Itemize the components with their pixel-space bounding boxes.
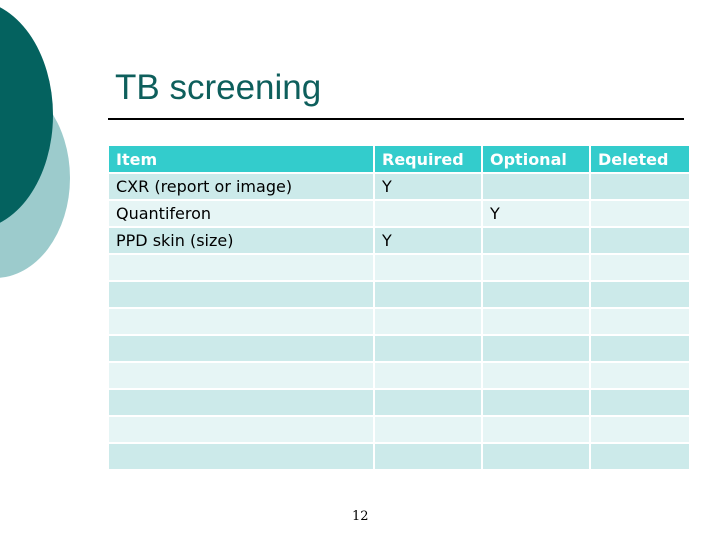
cell-required [373, 442, 483, 471]
cell-deleted [589, 415, 691, 444]
cell-item [107, 334, 375, 363]
cell-optional [481, 415, 591, 444]
cell-optional [481, 307, 591, 336]
cell-item: CXR (report or image) [107, 172, 375, 201]
cell-item [107, 442, 375, 471]
cell-item: Quantiferon [107, 199, 375, 228]
table-row [107, 388, 691, 417]
cell-deleted [589, 172, 691, 201]
header-item: Item [107, 144, 375, 174]
cell-deleted [589, 388, 691, 417]
cell-deleted [589, 226, 691, 255]
cell-required: Y [373, 226, 483, 255]
cell-optional [481, 334, 591, 363]
table-row: CXR (report or image) Y [107, 172, 691, 201]
cell-optional [481, 442, 591, 471]
cell-item [107, 253, 375, 282]
cell-optional [481, 361, 591, 390]
header-required: Required [373, 144, 483, 174]
cell-optional [481, 172, 591, 201]
cell-optional [481, 280, 591, 309]
table-row [107, 253, 691, 282]
cell-item [107, 307, 375, 336]
cell-item [107, 388, 375, 417]
page-number: 12 [352, 509, 369, 524]
cell-required [373, 307, 483, 336]
title-divider [108, 118, 684, 120]
cell-required [373, 361, 483, 390]
cell-required [373, 415, 483, 444]
cell-item [107, 280, 375, 309]
table-header-row: Item Required Optional Deleted [107, 144, 691, 174]
cell-item [107, 361, 375, 390]
header-deleted: Deleted [589, 144, 691, 174]
table-row: Quantiferon Y [107, 199, 691, 228]
table-row: PPD skin (size) Y [107, 226, 691, 255]
cell-deleted [589, 280, 691, 309]
cell-optional [481, 388, 591, 417]
cell-required [373, 280, 483, 309]
table-row [107, 361, 691, 390]
cell-optional [481, 226, 591, 255]
cell-item: PPD skin (size) [107, 226, 375, 255]
table-row [107, 280, 691, 309]
cell-optional [481, 253, 591, 282]
slide-title: TB screening [115, 68, 322, 107]
cell-required [373, 388, 483, 417]
table-row [107, 415, 691, 444]
cell-deleted [589, 442, 691, 471]
cell-deleted [589, 334, 691, 363]
table-row [107, 334, 691, 363]
screening-table: Item Required Optional Deleted CXR (repo… [107, 144, 691, 471]
cell-deleted [589, 199, 691, 228]
cell-required [373, 253, 483, 282]
table-row [107, 307, 691, 336]
cell-optional: Y [481, 199, 591, 228]
cell-deleted [589, 361, 691, 390]
cell-item [107, 415, 375, 444]
cell-required [373, 334, 483, 363]
cell-required [373, 199, 483, 228]
header-optional: Optional [481, 144, 591, 174]
table-row [107, 442, 691, 471]
cell-deleted [589, 307, 691, 336]
cell-deleted [589, 253, 691, 282]
cell-required: Y [373, 172, 483, 201]
